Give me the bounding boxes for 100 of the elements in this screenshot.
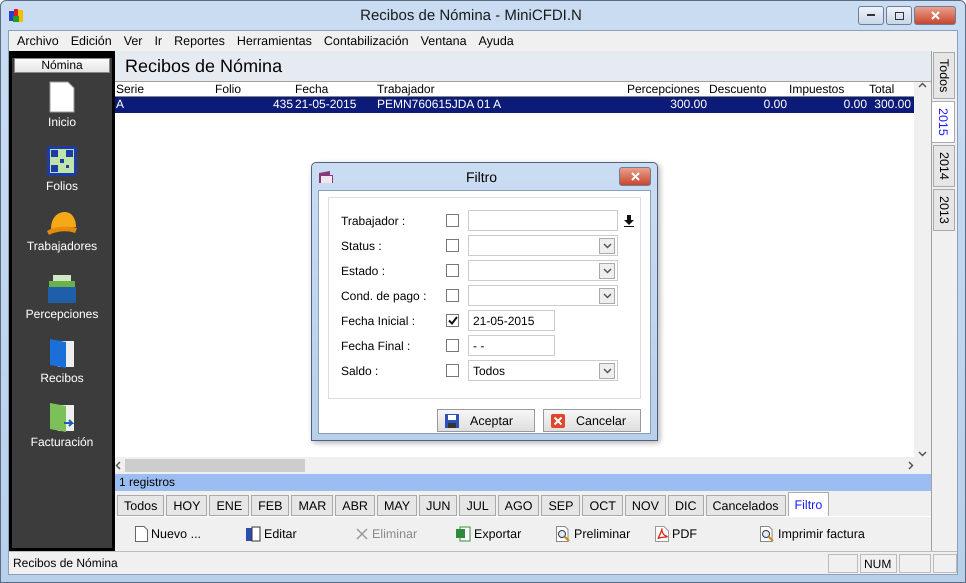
- month-tab[interactable]: AGO: [498, 495, 540, 516]
- close-button[interactable]: [619, 167, 651, 186]
- column-header[interactable]: Serie: [115, 82, 214, 97]
- table-cell-text: 0.00: [762, 97, 788, 113]
- horizontal-scrollbar[interactable]: [115, 457, 914, 474]
- restore-button[interactable]: [886, 6, 912, 25]
- checkbox[interactable]: [446, 264, 459, 277]
- checkbox[interactable]: [446, 289, 459, 302]
- table-cell-text: 21-05-2015: [294, 97, 358, 113]
- date-field[interactable]: 21-05-2015: [468, 310, 555, 331]
- book-icon: [48, 401, 76, 433]
- year-tab[interactable]: 2015: [932, 101, 955, 144]
- toolbar-button[interactable]: Nuevo ...: [115, 526, 235, 542]
- magnifier-icon: [555, 526, 571, 542]
- menu-item[interactable]: Archivo: [11, 34, 65, 48]
- month-tab[interactable]: SEP: [541, 495, 580, 516]
- menu-item[interactable]: Edición: [64, 34, 118, 48]
- sidebar-item[interactable]: Percepciones: [26, 307, 98, 321]
- field-label: Status :: [341, 238, 383, 252]
- year-tab[interactable]: 2013: [933, 188, 955, 231]
- sidebar-item[interactable]: Trabajadores: [26, 239, 98, 253]
- sidebar-item[interactable]: Facturación: [30, 435, 94, 449]
- checkbox[interactable]: [446, 364, 459, 377]
- month-tab[interactable]: OCT: [582, 495, 623, 516]
- resize-grip[interactable]: [933, 554, 957, 572]
- close-button[interactable]: [914, 6, 956, 25]
- menu-item[interactable]: Ir: [148, 34, 168, 48]
- dropdown-field[interactable]: [468, 285, 618, 306]
- app-icon: [318, 170, 334, 184]
- checkbox[interactable]: [446, 314, 459, 327]
- toolbar-button[interactable]: PDF: [655, 526, 759, 542]
- column-header[interactable]: Descuento: [708, 82, 788, 97]
- menu-item[interactable]: Ayuda: [472, 34, 520, 48]
- scroll-up-icon[interactable]: [918, 82, 927, 88]
- checkbox[interactable]: [446, 239, 459, 252]
- month-tab[interactable]: ABR: [335, 495, 375, 516]
- toolbar-button[interactable]: Imprimir factura: [759, 526, 919, 542]
- field-label: Saldo :: [341, 364, 380, 378]
- month-tab[interactable]: Todos: [117, 495, 164, 516]
- month-tab[interactable]: MAY: [376, 495, 418, 516]
- close-icon: [630, 172, 640, 181]
- book-icon: [48, 337, 76, 369]
- column-header[interactable]: Folio: [214, 82, 294, 97]
- month-tab[interactable]: Filtro: [788, 492, 830, 516]
- cancel-icon: [550, 412, 566, 428]
- column-header[interactable]: Total: [868, 82, 912, 97]
- menu-item[interactable]: Ver: [118, 34, 148, 48]
- table-row[interactable]: A 435 21-05-2015 PEMN760615JDA 01 A 300.00 0.00 0.00 300.00: [115, 97, 914, 113]
- column-header[interactable]: Fecha: [294, 82, 376, 97]
- scroll-down-icon[interactable]: [918, 451, 927, 457]
- month-tab[interactable]: FEB: [251, 495, 290, 516]
- sidebar-item[interactable]: Folios: [46, 179, 78, 193]
- month-tab[interactable]: MAR: [291, 495, 334, 516]
- checkbox[interactable]: [446, 214, 459, 227]
- dropdown-field[interactable]: [468, 235, 618, 256]
- menu-item[interactable]: Reportes: [168, 34, 231, 48]
- dropdown-field[interactable]: Todos: [468, 360, 618, 381]
- toolbar-button[interactable]: Editar: [235, 526, 345, 542]
- menu-item[interactable]: Ventana: [414, 34, 473, 48]
- toolbar-button[interactable]: Exportar: [445, 526, 555, 542]
- minimize-icon: [867, 14, 875, 17]
- app-icon[interactable]: [8, 8, 24, 24]
- scroll-right-icon[interactable]: [908, 461, 914, 470]
- menu-item[interactable]: Contabilización: [318, 34, 415, 48]
- dialog-button[interactable]: Cancelar: [543, 409, 641, 432]
- record-count: 1 registros: [115, 474, 931, 491]
- num-lock-indicator: NUM: [860, 554, 897, 572]
- toolbar-button[interactable]: Preliminar: [555, 526, 655, 542]
- menu-item[interactable]: Herramientas: [230, 34, 318, 48]
- sidebar-item[interactable]: Inicio: [48, 115, 76, 129]
- scroll-thumb[interactable]: [125, 459, 305, 472]
- input-field[interactable]: [468, 210, 618, 231]
- date-field[interactable]: - -: [468, 335, 555, 356]
- month-tab[interactable]: HOY: [166, 495, 208, 516]
- vertical-scrollbar[interactable]: [914, 82, 931, 457]
- minimize-button[interactable]: [858, 6, 884, 25]
- magnifier-icon: [759, 526, 775, 542]
- sidebar-header[interactable]: Nómina: [14, 58, 110, 73]
- pdf-icon: [655, 526, 669, 542]
- close-icon: [930, 11, 940, 20]
- year-tab[interactable]: Todos: [933, 52, 955, 100]
- column-header[interactable]: Percepciones: [626, 82, 708, 97]
- page-title: Recibos de Nómina: [115, 51, 931, 81]
- scroll-left-icon[interactable]: [115, 461, 121, 470]
- column-header[interactable]: Impuestos: [788, 82, 868, 97]
- month-tab[interactable]: JUN: [419, 495, 458, 516]
- month-tab[interactable]: NOV: [624, 495, 666, 516]
- download-arrow-icon[interactable]: [624, 214, 634, 226]
- sidebar-item[interactable]: Recibos: [40, 371, 84, 385]
- month-tab[interactable]: ENE: [209, 495, 250, 516]
- checkbox[interactable]: [446, 339, 459, 352]
- spreadsheet-icon: [455, 526, 471, 542]
- year-tab[interactable]: 2014: [933, 145, 955, 187]
- column-header[interactable]: Trabajador: [376, 82, 626, 97]
- month-tab[interactable]: JUL: [459, 495, 496, 516]
- dropdown-field[interactable]: [468, 260, 618, 281]
- month-tab[interactable]: DIC: [668, 495, 704, 516]
- field-label: Cond. de pago :: [341, 288, 428, 302]
- month-tab[interactable]: Cancelados: [706, 495, 786, 516]
- dialog-button[interactable]: Aceptar: [437, 409, 535, 432]
